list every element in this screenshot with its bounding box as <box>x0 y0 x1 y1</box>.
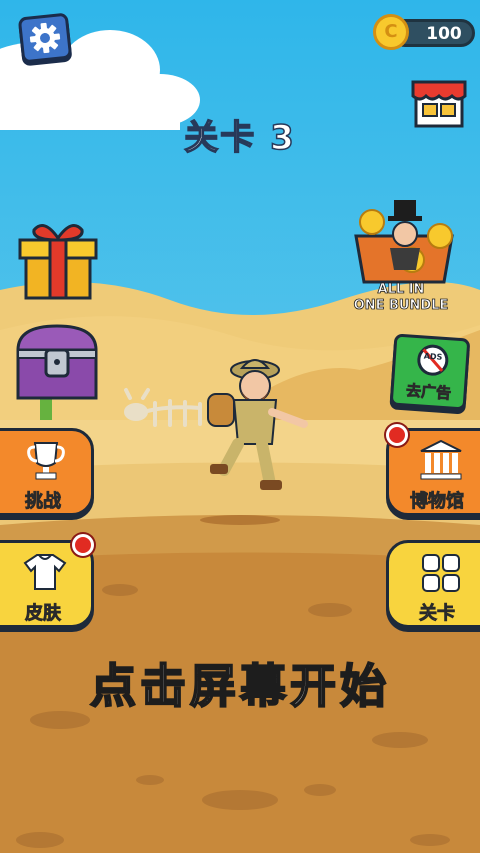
remove-ads-button[interactable]: ADS 去广告 <box>389 333 471 411</box>
challenge-label: 挑战 <box>25 491 62 513</box>
trophy-icon <box>27 442 65 480</box>
remove-ads-label: 去广告 <box>405 381 452 403</box>
tap-to-start-prompt: 点击屏幕开始 <box>89 658 390 714</box>
bundle-label: ALL IN ONE BUNDLE <box>342 282 460 314</box>
explorer-character <box>207 359 308 490</box>
shop-button[interactable] <box>410 76 468 130</box>
game-scene[interactable]: 100 C 关卡 3 ALL IN ONE BUNDLE ADS 去广告 挑战 … <box>0 0 480 853</box>
skin-notification-dot <box>72 534 94 556</box>
levels-label: 关卡 <box>419 603 456 625</box>
coin-counter: 100 C <box>373 14 475 52</box>
coin-icon: C <box>373 14 409 50</box>
grid-icon <box>422 554 460 592</box>
bundle-label-line2: ONE BUNDLE <box>353 298 449 314</box>
gift-icon <box>18 224 98 300</box>
skin-label: 皮肤 <box>25 603 62 625</box>
gear-icon <box>29 22 61 54</box>
museum-label: 博物馆 <box>410 491 465 513</box>
museum-icon <box>420 439 462 480</box>
chest-button[interactable] <box>12 320 102 404</box>
gift-button[interactable] <box>14 216 102 302</box>
museum-notification-dot <box>386 424 408 446</box>
bundle-button[interactable]: ALL IN ONE BUNDLE <box>342 196 466 320</box>
tshirt-icon <box>23 554 67 590</box>
level-title: 关卡 3 <box>184 117 296 159</box>
settings-button[interactable] <box>17 12 73 64</box>
coin-count: 100 <box>426 24 462 44</box>
treasure-bundle-icon <box>354 200 454 284</box>
shop-icon <box>411 80 467 128</box>
bundle-label-line1: ALL IN <box>377 282 425 298</box>
levels-button[interactable]: 关卡 <box>386 540 480 628</box>
challenge-button[interactable]: 挑战 <box>0 428 94 516</box>
chest-icon <box>16 324 98 400</box>
